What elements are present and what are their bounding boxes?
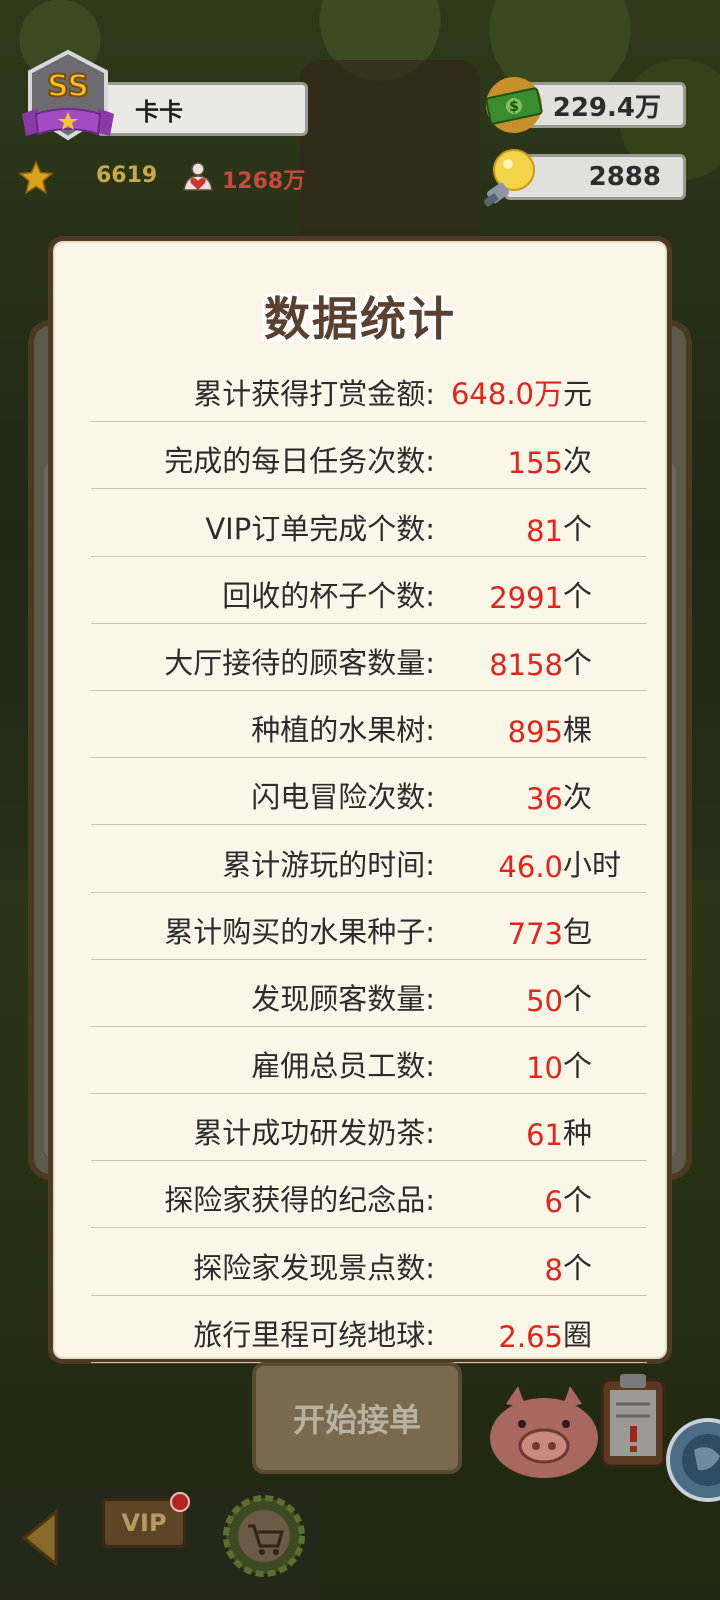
stat-value: 773 bbox=[507, 916, 563, 951]
stat-unit: 次 bbox=[563, 780, 593, 815]
stat-unit: 个 bbox=[563, 645, 593, 680]
stat-label: 累计购买的水果种子: bbox=[164, 914, 435, 949]
stat-row: 种植的水果树: 895 棵 bbox=[91, 691, 647, 759]
svg-text:SS: SS bbox=[47, 69, 89, 104]
stat-row: 大厅接待的顾客数量: 8158 个 bbox=[91, 624, 647, 691]
clipboard-icon[interactable] bbox=[598, 1372, 668, 1472]
stats-list: 累计获得打赏金额: 648.0万元完成的每日任务次数: 155 次 VIP订单完成个数:… bbox=[91, 355, 647, 1363]
stat-value: 155 bbox=[507, 446, 563, 481]
stat-value: 36 bbox=[526, 782, 563, 817]
stat-unit: 元 bbox=[563, 377, 593, 412]
stat-unit: 次 bbox=[563, 444, 593, 479]
stat-value: 50 bbox=[526, 983, 563, 1018]
stat-unit: 小时 bbox=[563, 847, 622, 882]
stat-row: 探险家发现景点数: 8 个 bbox=[91, 1228, 647, 1296]
player-stats-row: 6619 1268万 bbox=[18, 160, 318, 196]
fans-count: 1268万 bbox=[222, 169, 306, 194]
player-name-box[interactable]: 卡卡 bbox=[96, 82, 308, 136]
stat-value: 895 bbox=[507, 715, 563, 750]
stat-label: 累计成功研发奶茶: bbox=[193, 1116, 435, 1151]
stat-unit: 个 bbox=[563, 511, 593, 546]
stat-row: 旅行里程可绕地球: 2.65 圈 bbox=[91, 1296, 647, 1363]
stat-label: 累计获得打赏金额: bbox=[193, 377, 435, 412]
stat-row: 完成的每日任务次数: 155 次 bbox=[91, 422, 647, 490]
start-order-button[interactable]: 开始接单 bbox=[252, 1362, 462, 1474]
stats-modal: 数据统计 累计获得打赏金额: 648.0万元完成的每日任务次数: 155 次 VIP订单… bbox=[48, 236, 672, 1364]
svg-text:$: $ bbox=[509, 99, 519, 115]
player-name: 卡卡 bbox=[135, 97, 183, 126]
stat-row: 雇佣总员工数: 10 个 bbox=[91, 1027, 647, 1095]
stat-unit: 棵 bbox=[563, 713, 593, 748]
heart-fan-icon bbox=[183, 162, 213, 191]
stat-value: 10 bbox=[526, 1051, 563, 1086]
money-value: 229.4万 bbox=[552, 92, 661, 123]
stat-row: 回收的杯子个数: 2991 个 bbox=[91, 557, 647, 624]
stat-label: 种植的水果树: bbox=[251, 713, 435, 748]
stat-value: 46.0 bbox=[498, 849, 563, 884]
pig-bank-icon[interactable] bbox=[484, 1380, 604, 1480]
stat-label: 发现顾客数量: bbox=[251, 981, 435, 1016]
stat-unit: 圈 bbox=[563, 1317, 593, 1352]
money-bill-icon: $ bbox=[485, 77, 543, 133]
stat-row: 闪电冒险次数: 36 次 bbox=[91, 758, 647, 826]
stat-label: 探险家获得的纪念品: bbox=[164, 1183, 435, 1218]
shop-cart-icon[interactable] bbox=[222, 1494, 306, 1578]
stat-label: 旅行里程可绕地球: bbox=[193, 1317, 435, 1352]
stat-value: 8158 bbox=[489, 647, 563, 682]
stat-label: 大厅接待的顾客数量: bbox=[164, 645, 435, 680]
modal-title: 数据统计 bbox=[264, 292, 456, 346]
stat-unit: 个 bbox=[563, 1183, 593, 1218]
stat-value: 2991 bbox=[489, 580, 563, 615]
stat-label: 完成的每日任务次数: bbox=[164, 444, 435, 479]
star-count: 6619 bbox=[96, 163, 158, 188]
vip-icon[interactable]: VIP bbox=[102, 1492, 190, 1564]
stat-value: 648.0万 bbox=[450, 377, 563, 412]
stat-label: 回收的杯子个数: bbox=[222, 578, 435, 613]
lightbulb-icon bbox=[483, 149, 535, 207]
stats-modal-panel: 数据统计 累计获得打赏金额: 648.0万元完成的每日任务次数: 155 次 VIP订单… bbox=[53, 241, 667, 1363]
stat-unit: 种 bbox=[563, 1116, 593, 1151]
stat-unit: 包 bbox=[563, 914, 593, 949]
rank-badge-icon[interactable]: SS bbox=[18, 48, 118, 148]
stat-row: 探险家获得的纪念品: 6 个 bbox=[91, 1161, 647, 1229]
stat-unit: 个 bbox=[563, 1250, 593, 1285]
stat-row: 发现顾客数量: 50 个 bbox=[91, 960, 647, 1027]
stat-label: 雇佣总员工数: bbox=[251, 1049, 435, 1084]
star-icon bbox=[18, 160, 54, 195]
globe-icon[interactable] bbox=[664, 1416, 720, 1506]
stat-label: VIP订单完成个数: bbox=[205, 511, 435, 546]
stat-value: 61 bbox=[526, 1118, 563, 1153]
stat-unit: 个 bbox=[563, 1049, 593, 1084]
stat-row: VIP订单完成个数: 81 个 bbox=[91, 489, 647, 557]
stat-label: 闪电冒险次数: bbox=[251, 780, 435, 815]
vip-notification-dot bbox=[170, 1492, 190, 1512]
stat-value: 8 bbox=[544, 1252, 563, 1287]
stat-unit: 个 bbox=[563, 578, 593, 613]
stat-value: 2.65 bbox=[498, 1319, 563, 1354]
stat-label: 累计游玩的时间: bbox=[222, 847, 435, 882]
stat-row: 累计游玩的时间: 46.0 小时 bbox=[91, 825, 647, 893]
back-arrow-icon[interactable] bbox=[18, 1508, 62, 1568]
stat-row: 累计成功研发奶茶: 61 种 bbox=[91, 1094, 647, 1162]
stat-row: 累计获得打赏金额: 648.0万元 bbox=[91, 355, 647, 423]
stat-row: 累计购买的水果种子: 773 包 bbox=[91, 893, 647, 960]
stat-value: 81 bbox=[526, 513, 563, 548]
start-order-label: 开始接单 bbox=[292, 1401, 421, 1439]
stat-unit: 个 bbox=[563, 981, 593, 1016]
stat-value: 6 bbox=[544, 1185, 563, 1220]
stat-label: 探险家发现景点数: bbox=[193, 1250, 435, 1285]
ideas-value: 2888 bbox=[588, 162, 661, 192]
